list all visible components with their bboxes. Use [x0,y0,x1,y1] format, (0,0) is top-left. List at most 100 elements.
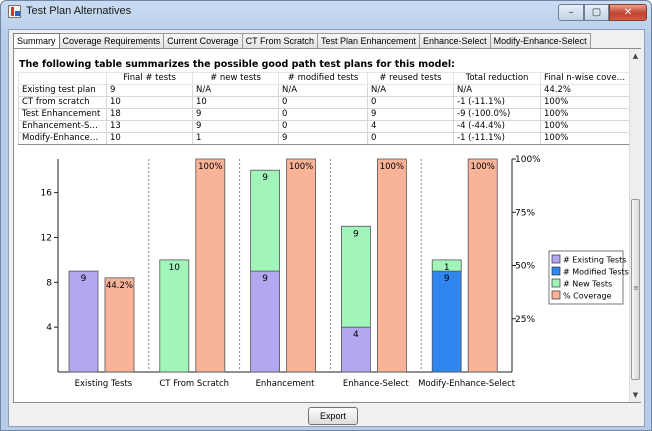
tab-coverage-requirements[interactable]: Coverage Requirements [58,33,165,48]
table-row[interactable]: Existing test plan 9 N/A N/A N/A N/A 44.… [18,84,629,97]
table-cell: 0 [278,108,368,121]
title-bar[interactable]: Test Plan Alternatives – ▢ ✕ [1,1,651,23]
bar-value-label: 9 [81,274,87,284]
vertical-scrollbar[interactable]: ▲ ≡ ▼ [629,49,641,402]
legend-label: # Existing Tests [563,256,626,265]
summary-heading: The following table summarizes the possi… [19,59,455,70]
window-title: Test Plan Alternatives [26,5,132,17]
table-cell: Enhancement-Select [18,120,107,133]
category-label: Enhancement [256,379,316,389]
coverage-value-label: 44.2% [106,281,133,291]
table-row[interactable]: Test Enhancement 18 9 0 9 -9 (-100.0%) 1… [18,108,629,121]
bar-new-tests [340,225,371,328]
maximize-button[interactable]: ▢ [584,4,609,21]
bar-existing-tests [250,270,281,373]
column-header[interactable]: # new tests [192,72,279,85]
table-header-row: Final # tests # new tests # modified tes… [18,72,629,85]
tab-modify-enhance-select[interactable]: Modify-Enhance-Select [489,33,591,48]
bar-coverage [286,158,317,373]
scrollbar-thumb[interactable]: ≡ [631,199,640,380]
bar-value-label: 9 [444,274,450,284]
left-axis-tick-label: 8 [46,278,52,288]
bar-coverage [104,277,135,373]
table-cell: N/A [367,84,454,97]
scroll-up-arrow-icon[interactable]: ▲ [630,49,641,63]
legend-label: % Coverage [563,292,612,301]
table-cell: 100% [540,108,629,121]
table-cell: 10 [106,132,193,145]
table-cell: 0 [367,132,454,145]
bar-existing-tests [68,270,99,373]
bar-value-label: 4 [353,330,359,340]
table-cell: Modify-Enhanceme... [18,132,107,145]
table-cell: 9 [192,108,279,121]
legend-label: # New Tests [563,280,612,289]
table-row[interactable]: Modify-Enhanceme... 10 1 9 0 -1 (-11.1%)… [18,132,629,145]
table-row[interactable]: CT from scratch 10 10 0 0 -1 (-11.1%) 10… [18,96,629,109]
java-app-icon [8,5,21,18]
table-cell: 0 [278,120,368,133]
table-cell: -9 (-100.0%) [453,108,541,121]
table-cell: -4 (-44.4%) [453,120,541,133]
category-label: Enhance-Select [343,379,410,389]
export-button[interactable]: Export [308,407,358,425]
column-header[interactable]: # reused tests [367,72,454,85]
tab-summary[interactable]: Summary [13,33,60,49]
legend-swatch [551,266,561,276]
category-label: Modify-Enhance-Select [418,379,516,389]
tab-current-coverage[interactable]: Current Coverage [163,33,243,48]
table-cell: 100% [540,120,629,133]
bar-new-tests [159,259,190,373]
table-cell: 10 [192,96,279,109]
application-window: Test Plan Alternatives – ▢ ✕ Summary Cove… [0,0,652,431]
scroll-content: The following table summarizes the possi… [14,49,629,402]
table-cell: CT from scratch [18,96,107,109]
scroll-down-arrow-icon[interactable]: ▼ [630,388,641,402]
category-label: CT From Scratch [159,379,229,389]
right-axis-tick-label: 100% [515,155,541,165]
table-cell: Test Enhancement [18,108,107,121]
table-cell: 9 [192,120,279,133]
legend-swatch [551,254,561,264]
left-axis-tick-label: 16 [41,189,53,199]
table-cell: Existing test plan [18,84,107,97]
column-header[interactable]: Total reduction [453,72,541,85]
summary-table: Final # tests # new tests # modified tes… [18,72,629,145]
table-cell: 100% [540,96,629,109]
bar-coverage [195,158,226,373]
table-cell: -1 (-11.1%) [453,96,541,109]
bar-value-label: 9 [353,229,359,239]
tab-ct-from-scratch[interactable]: CT From Scratch [241,33,318,48]
bar-value-label: 10 [169,263,181,273]
left-axis-tick-label: 4 [46,323,52,333]
table-cell: N/A [453,84,541,97]
table-cell: -1 (-11.1%) [453,132,541,145]
test-plan-chart: 4 8 12 16 25% 50% 75% 100% 9 44.2% Existing Tests 1… [41,155,629,389]
coverage-value-label: 100% [289,162,313,172]
bar-modified-tests [431,270,462,373]
table-cell: N/A [278,84,368,97]
table-cell: N/A [192,84,279,97]
column-header[interactable]: Final n-wise cover... [540,72,629,85]
window-content: Summary Coverage Requirements Current Cove… [8,29,645,427]
category-label: Existing Tests [75,379,133,389]
tab-bar: Summary Coverage Requirements Current Cove… [13,32,591,49]
column-header[interactable] [18,72,107,85]
table-cell: 0 [278,96,368,109]
tab-test-plan-enhancement[interactable]: Test Plan Enhancement [316,33,421,48]
tab-enhance-select[interactable]: Enhance-Select [419,33,491,48]
coverage-value-label: 100% [198,162,222,172]
bar-coverage [467,158,498,373]
right-axis-tick-label: 25% [515,315,535,325]
left-axis-tick-label: 12 [41,233,52,243]
table-row[interactable]: Enhancement-Select 13 9 0 4 -4 (-44.4%) … [18,120,629,133]
table-cell: 18 [106,108,193,121]
bar-value-label: 9 [262,274,268,284]
bar-coverage [376,158,407,373]
column-header[interactable]: Final # tests [106,72,193,85]
legend-swatch [551,290,561,300]
minimize-button[interactable]: – [558,4,584,21]
column-header[interactable]: # modified tests [278,72,368,85]
bar-value-label: 9 [262,173,268,183]
close-button[interactable]: ✕ [609,4,647,21]
